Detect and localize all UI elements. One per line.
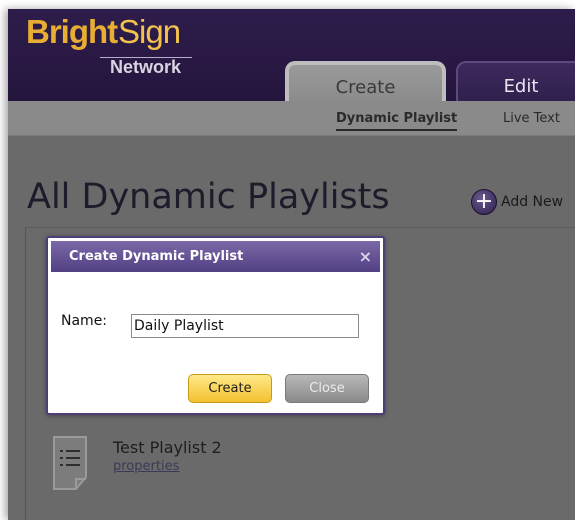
app-window: Bright Sign Network Create Edit Dynamic …	[8, 9, 575, 520]
close-button[interactable]: Close	[285, 374, 369, 403]
content-divider-left	[25, 227, 26, 520]
create-playlist-dialog: Create Dynamic Playlist × Name: Create C…	[46, 236, 385, 415]
document-lines-icon	[53, 436, 87, 490]
sub-navigation: Dynamic Playlist Live Text	[8, 101, 575, 136]
logo-bright: Bright	[26, 13, 118, 50]
playlist-name-input[interactable]	[131, 314, 359, 338]
add-new-label: Add New	[501, 194, 564, 210]
tab-edit[interactable]: Edit	[456, 61, 575, 105]
playlist-item: Test Playlist 2 properties	[52, 435, 312, 495]
dialog-title-bar: Create Dynamic Playlist ×	[51, 241, 380, 272]
plus-circle-icon: +	[471, 189, 497, 215]
tab-create[interactable]: Create	[285, 61, 446, 105]
dialog-title: Create Dynamic Playlist	[69, 249, 244, 264]
playlist-properties-link[interactable]: properties	[113, 459, 179, 474]
content-divider-top	[25, 227, 575, 228]
create-button[interactable]: Create	[188, 374, 272, 403]
logo-network: Network	[110, 57, 182, 77]
add-new-button[interactable]: + Add New	[471, 189, 563, 215]
subnav-live-text[interactable]: Live Text	[503, 111, 560, 126]
playlist-title[interactable]: Test Playlist 2	[113, 438, 222, 457]
tab-edit-label: Edit	[503, 75, 539, 97]
tab-create-label: Create	[335, 76, 396, 98]
close-icon[interactable]: ×	[359, 247, 372, 266]
page-title: All Dynamic Playlists	[27, 177, 390, 217]
name-label: Name:	[61, 313, 108, 329]
logo-sign: Sign	[118, 13, 181, 50]
subnav-dynamic-playlist[interactable]: Dynamic Playlist	[336, 111, 458, 131]
top-header: Bright Sign Network Create Edit	[8, 9, 575, 105]
